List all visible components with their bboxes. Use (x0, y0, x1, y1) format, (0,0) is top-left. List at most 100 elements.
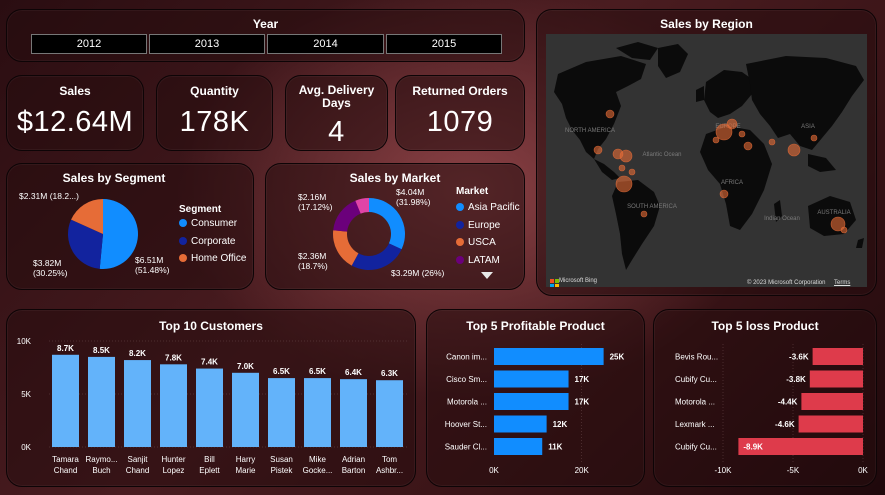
map-label-australia: AUSTRALIA (817, 210, 850, 216)
map-bubble[interactable] (593, 145, 603, 155)
map-terms-link[interactable]: Terms (834, 278, 850, 288)
product-name-label: Cisco Sm... (446, 375, 487, 384)
returns-kpi-card: Returned Orders 1079 (395, 75, 525, 151)
loss-bar[interactable] (809, 370, 863, 388)
profitable-bar[interactable] (494, 393, 569, 410)
map-bubble[interactable] (605, 109, 615, 119)
y-tick-label: 5K (21, 390, 31, 399)
map-label-africa: AFRICA (721, 180, 743, 186)
customer-name-label: Gocke... (303, 466, 333, 475)
map-bubble[interactable] (840, 226, 848, 234)
customer-value-label: 7.4K (201, 358, 218, 367)
loss-bar[interactable] (812, 348, 863, 365)
customer-name-label: Tamara (52, 455, 79, 464)
legend-europe[interactable]: Europe (456, 220, 500, 231)
loss-bar-chart: Bevis Rou... -3.6K Cubify Cu... -3.8K Motoro… (675, 344, 869, 475)
market-legend-title: Market (456, 186, 489, 197)
loss-bar[interactable] (798, 415, 863, 433)
market-label-europe: $3.29M (26%) (391, 268, 445, 278)
profitable-bar[interactable] (494, 438, 543, 455)
loss-value-label: -8.9K (743, 443, 763, 452)
world-map[interactable]: NORTH AMERICA Atlantic Ocean EUROPE ASIA… (546, 34, 867, 287)
profit-value-label: 25K (610, 353, 625, 362)
customer-name-label: Eplett (199, 466, 220, 475)
legend-asia-pacific-label: Asia Pacific (468, 202, 520, 213)
market-slice-europe[interactable] (351, 243, 402, 270)
profit-value-label: 17K (575, 398, 590, 407)
legend-home-office-label: Home Office (191, 253, 247, 264)
quantity-kpi-label: Quantity (190, 84, 239, 98)
customer-bar[interactable] (160, 364, 187, 447)
customer-name-label: Hunter (161, 455, 185, 464)
legend-consumer[interactable]: Consumer (179, 218, 237, 229)
legend-asia-pacific[interactable]: Asia Pacific (456, 202, 520, 213)
product-name-label: Bevis Rou... (675, 353, 718, 362)
year-option-2014[interactable]: 2014 (267, 34, 384, 54)
map-bubble[interactable] (640, 210, 648, 218)
year-option-2012[interactable]: 2012 (31, 34, 147, 54)
map-bubble[interactable] (619, 149, 633, 163)
map-bubble[interactable] (628, 168, 636, 176)
map-bubble[interactable] (712, 136, 720, 144)
customer-name-label: Pistek (271, 466, 294, 475)
legend-scroll-down-icon[interactable] (480, 271, 494, 280)
loss-chart-card: Top 5 loss Product Bevis Rou... -3.6K Cubi… (653, 309, 877, 487)
map-label-indian-ocean: Indian Ocean (764, 216, 800, 222)
quantity-kpi-card: Quantity 178K (156, 75, 273, 151)
map-copyright: © 2023 Microsoft Corporation (747, 280, 826, 286)
segment-slice-consumer[interactable] (99, 199, 139, 269)
customer-name-label: Bill (204, 455, 215, 464)
map-bubble[interactable] (743, 141, 753, 151)
year-slicer: Year 2012 2013 2014 2015 (6, 9, 525, 62)
customer-name-label: Marie (235, 466, 256, 475)
map-bubble[interactable] (810, 134, 818, 142)
map-bubble[interactable] (618, 164, 626, 172)
customer-name-label: Raymo... (85, 455, 117, 464)
legend-latam[interactable]: LATAM (456, 255, 500, 266)
map-bubble[interactable] (738, 130, 746, 138)
product-name-label: Hoover St... (445, 420, 487, 429)
customer-bar[interactable] (304, 378, 331, 447)
year-option-2015[interactable]: 2015 (386, 34, 502, 54)
legend-usca[interactable]: USCA (456, 237, 496, 248)
customer-bar[interactable] (232, 372, 259, 447)
segment-label-home: $2.31M (18.2...) (19, 191, 80, 201)
map-bubble[interactable] (719, 189, 729, 199)
delivery-kpi-card: Avg. Delivery Days 4 (285, 75, 388, 151)
loss-value-label: -4.6K (775, 420, 795, 429)
map-bubble[interactable] (726, 118, 738, 130)
product-name-label: Motorola ... (447, 398, 487, 407)
map-bubble[interactable] (768, 138, 776, 146)
customer-bar[interactable] (196, 368, 223, 447)
customer-name-label: Harry (236, 455, 256, 464)
delivery-kpi-label: Avg. Delivery Days (298, 83, 375, 110)
segment-legend-title: Segment (179, 204, 222, 215)
map-bubble[interactable] (615, 175, 633, 193)
customer-value-label: 6.5K (309, 367, 326, 376)
map-bubble[interactable] (787, 143, 801, 157)
legend-home-office[interactable]: Home Office (179, 253, 246, 264)
legend-europe-label: Europe (468, 220, 501, 231)
customer-value-label: 8.2K (129, 349, 146, 358)
customer-bar[interactable] (376, 380, 403, 447)
year-option-2013[interactable]: 2013 (149, 34, 265, 54)
customer-bar[interactable] (88, 356, 115, 447)
customer-bar[interactable] (124, 360, 151, 447)
returns-kpi-value: 1079 (426, 106, 494, 138)
map-label-atlantic: Atlantic Ocean (642, 152, 681, 158)
profitable-bar[interactable] (494, 348, 604, 365)
customer-name-label: Lopez (163, 466, 185, 475)
customer-bar[interactable] (52, 354, 79, 447)
x-tick-label: 0K (858, 466, 868, 475)
product-name-label: Cubify Cu... (675, 443, 717, 452)
segment-label-consumer: $6.51M (51.48%) (135, 255, 170, 275)
customer-bar[interactable] (340, 379, 367, 447)
customer-bar[interactable] (268, 378, 295, 447)
customers-chart-card: Top 10 Customers 0K 5K 10K 8.7K Tamara Chand 8… (6, 309, 416, 487)
legend-corporate[interactable]: Corporate (179, 236, 235, 247)
loss-bar[interactable] (801, 393, 863, 410)
profitable-bar[interactable] (494, 370, 569, 388)
customer-name-label: Susan (270, 455, 293, 464)
profitable-bar[interactable] (494, 415, 547, 433)
customer-value-label: 6.3K (381, 369, 398, 378)
